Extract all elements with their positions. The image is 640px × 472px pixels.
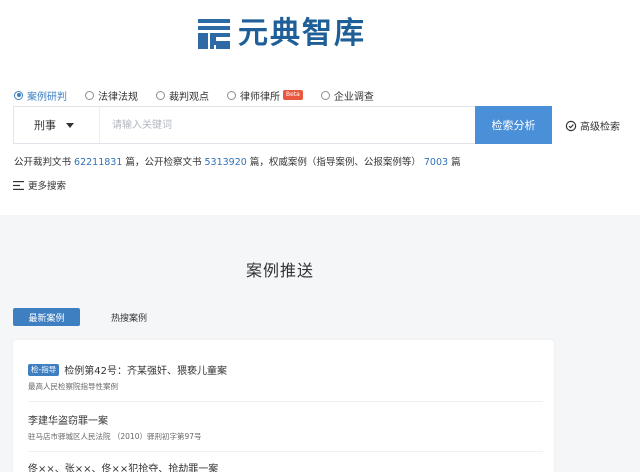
case-title[interactable]: 佟××、张××、佟××犯抢夺、抢劫罪一案	[28, 460, 218, 472]
search-input[interactable]	[100, 107, 475, 143]
logo-mark-icon	[198, 19, 230, 49]
case-type-select[interactable]: 刑事	[14, 107, 100, 143]
case-list-item[interactable]: 李建华盗窃罪一案 驻马店市驿城区人民法院 （2010）驿刑初字第97号	[28, 412, 543, 452]
case-tabs: 最新案例 热搜案例	[13, 308, 147, 326]
case-list-item[interactable]: 佟××、张××、佟××犯抢夺、抢劫罪一案	[28, 460, 543, 472]
document-stats: 公开裁判文书 62211831 篇，公开检察文书 5313920 篇，权威案例（…	[14, 154, 461, 168]
advanced-search-label: 高级检索	[580, 122, 620, 133]
more-search-link[interactable]: 更多搜索	[13, 178, 66, 192]
category-label: 法律法规	[98, 91, 138, 103]
case-list-card: 检-指导 检例第42号：齐某强奸、猥亵儿童案 最高人民检察院指导性案例 李建华盗…	[13, 340, 554, 472]
case-title[interactable]: 李建华盗窃罪一案	[28, 412, 108, 427]
category-label: 裁判观点	[169, 91, 209, 103]
advanced-search-link[interactable]: 高级检索	[565, 118, 620, 133]
caret-down-icon	[66, 122, 74, 128]
search-analyze-button[interactable]: 检索分析	[475, 106, 552, 144]
tab-hot-cases[interactable]: 热搜案例	[111, 311, 147, 324]
case-type-badge: 检-指导	[28, 363, 60, 376]
authority-cases-count[interactable]: 7003	[424, 157, 448, 168]
more-search-label: 更多搜索	[28, 181, 67, 192]
beta-badge: Beta	[283, 90, 303, 100]
stats-text: 篇，权威案例（指导案例、公报案例等）	[249, 157, 421, 168]
case-source: 驻马店市驿城区人民法院 （2010）驿刑初字第97号	[28, 432, 202, 441]
case-list-item[interactable]: 检-指导 检例第42号：齐某强奸、猥亵儿童案 最高人民检察院指导性案例	[28, 362, 543, 402]
logo-text: 元典智库	[238, 16, 366, 51]
radio-selected-icon	[14, 90, 23, 100]
search-bar: 刑事 检索分析	[13, 106, 552, 144]
case-source: 最高人民检察院指导性案例	[28, 382, 118, 391]
stats-text: 篇，公开检察文书	[125, 157, 202, 168]
case-push-title: 案例推送	[246, 261, 315, 280]
radio-icon	[320, 90, 330, 100]
category-case-research[interactable]: 案例研判	[14, 88, 67, 103]
category-company-investigation[interactable]: 企业调查	[320, 88, 374, 103]
category-label: 案例研判	[27, 91, 67, 103]
filter-list-icon	[13, 180, 24, 190]
radio-icon	[156, 90, 165, 100]
radio-icon	[227, 90, 236, 100]
stats-text: 公开裁判文书	[14, 157, 72, 168]
case-title[interactable]: 检例第42号：齐某强奸、猥亵儿童案	[64, 362, 227, 377]
category-options: 案例研判 法律法规 裁判观点 律师律所 Beta 企业调查	[14, 87, 392, 103]
category-label: 企业调查	[333, 91, 374, 103]
radio-icon	[85, 90, 94, 100]
tab-latest-cases[interactable]: 最新案例	[13, 308, 80, 326]
category-judgment-views[interactable]: 裁判观点	[156, 88, 209, 103]
advanced-search-icon	[565, 120, 577, 131]
category-label: 律师律所	[240, 91, 280, 103]
category-lawyers-firms[interactable]: 律师律所 Beta	[227, 88, 303, 103]
judgments-count[interactable]: 62211831	[74, 157, 122, 168]
logo[interactable]: 元典智库	[196, 16, 366, 52]
stats-text: 篇	[451, 157, 461, 168]
case-type-value: 刑事	[34, 119, 56, 132]
procuratorate-count[interactable]: 5313920	[204, 157, 246, 168]
category-laws-regulations[interactable]: 法律法规	[85, 88, 138, 103]
